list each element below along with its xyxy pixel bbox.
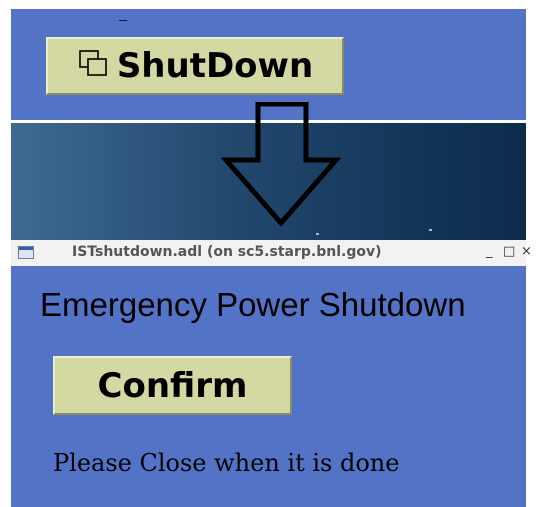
window-titlebar[interactable]: ISTshutdown.adl (on sc5.starp.bnl.gov) _… xyxy=(11,240,532,267)
window-content: Emergency Power Shutdown Confirm Please … xyxy=(11,266,526,507)
confirm-button[interactable]: Confirm xyxy=(53,356,292,415)
window-title: ISTshutdown.adl (on sc5.starp.bnl.gov) xyxy=(72,244,382,260)
maximize-button[interactable]: □ xyxy=(503,244,515,259)
shutdown-button[interactable]: ShutDown xyxy=(46,37,344,95)
windows-stack-icon xyxy=(77,48,113,84)
confirm-button-label: Confirm xyxy=(97,365,248,406)
shutdown-button-label: ShutDown xyxy=(116,46,314,86)
minimize-button[interactable]: _ xyxy=(486,244,493,259)
panel-tick-mark xyxy=(119,20,127,21)
instruction-text: Please Close when it is done xyxy=(53,449,400,477)
down-arrow-icon xyxy=(220,101,342,230)
close-button[interactable]: × xyxy=(521,244,532,259)
page-title: Emergency Power Shutdown xyxy=(40,286,466,323)
window-menu-icon[interactable] xyxy=(18,246,34,259)
